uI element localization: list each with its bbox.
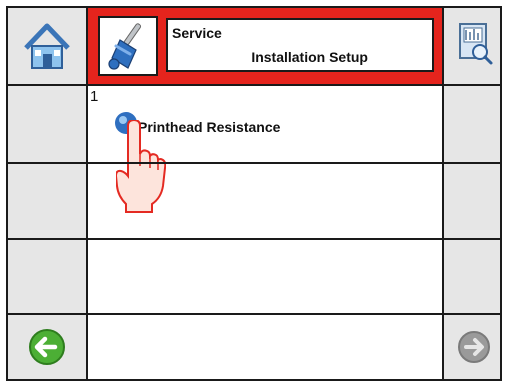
divider — [8, 238, 500, 240]
forward-button[interactable] — [444, 314, 500, 379]
divider — [86, 8, 88, 379]
item-number: 1 — [90, 88, 99, 105]
report-magnifier-icon — [459, 23, 493, 65]
header-bar: Service Installation Setup — [88, 8, 444, 84]
home-icon — [24, 23, 70, 69]
left-arrow-icon — [29, 329, 65, 365]
service-tool-icon — [108, 23, 142, 70]
report-button[interactable] — [444, 8, 500, 84]
touch-screen: Service Installation Setup 1 Printhead R… — [6, 6, 502, 381]
page-title: Service — [172, 25, 222, 41]
right-arrow-icon — [458, 331, 490, 363]
divider — [8, 84, 500, 86]
title-panel: Service Installation Setup — [166, 18, 434, 72]
divider — [8, 162, 500, 164]
page-subtitle: Installation Setup — [251, 49, 368, 65]
back-button[interactable] — [8, 314, 86, 379]
home-button[interactable] — [8, 8, 86, 84]
pointing-hand-icon — [116, 120, 166, 213]
service-tool-button[interactable] — [98, 16, 158, 76]
